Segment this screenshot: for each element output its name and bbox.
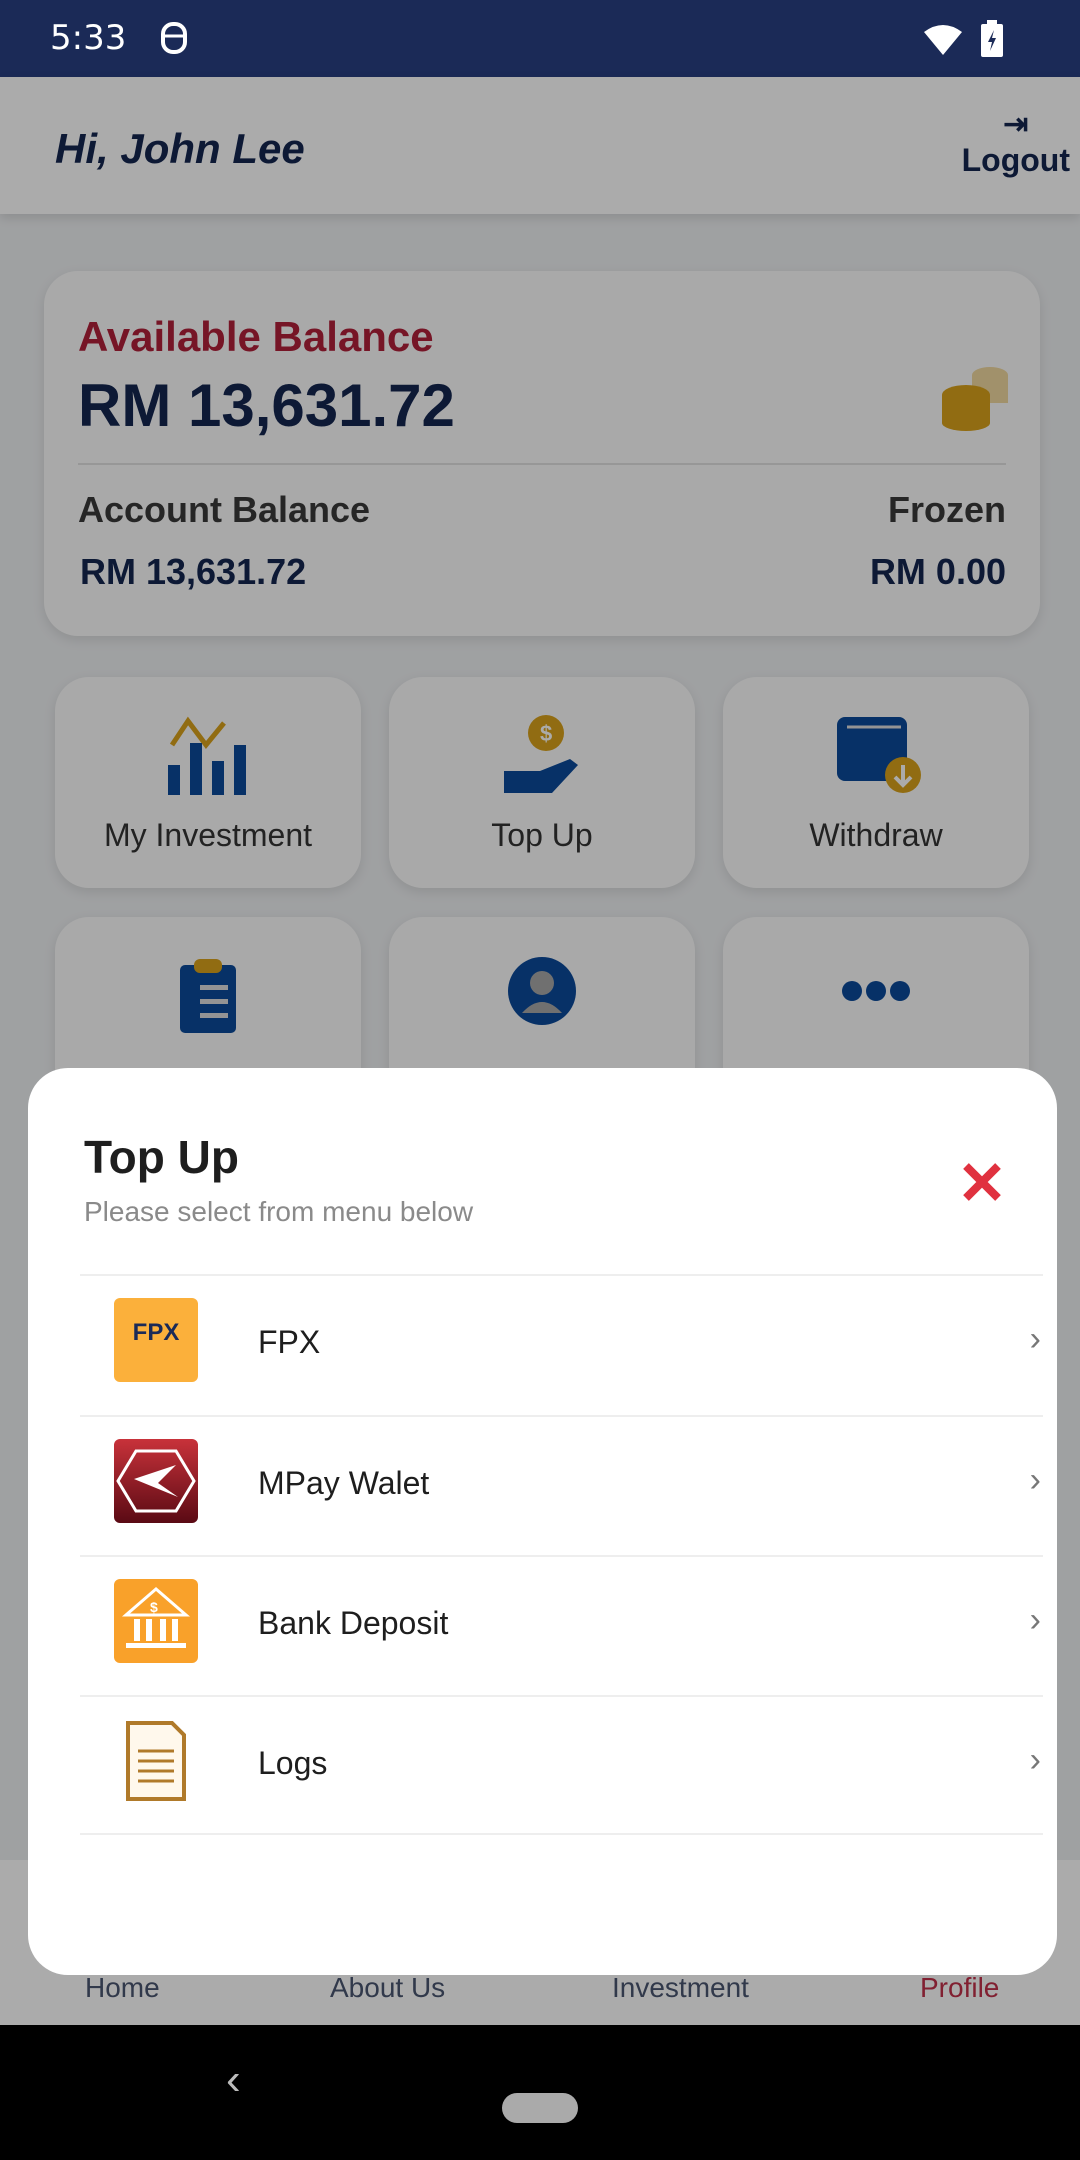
option-bank-deposit[interactable]: $ Bank Deposit › <box>80 1555 1043 1695</box>
wifi-icon <box>924 25 962 55</box>
bank-icon: $ <box>114 1579 198 1663</box>
battery-icon <box>981 20 1003 57</box>
chevron-right-icon: › <box>1029 1601 1041 1639</box>
chevron-right-icon: › <box>1029 1741 1041 1779</box>
status-time: 5:33 <box>50 18 127 58</box>
svg-text:$: $ <box>150 1599 158 1615</box>
option-fpx[interactable]: FPX FPX › <box>80 1274 1043 1414</box>
option-label: Logs <box>258 1745 328 1781</box>
option-mpay-walet[interactable]: MPay Walet › <box>80 1415 1043 1555</box>
chevron-right-icon: › <box>1029 1461 1041 1499</box>
logs-icon <box>114 1719 198 1803</box>
home-pill-button[interactable] <box>502 2093 578 2123</box>
sheet-title: Top Up <box>84 1131 239 1183</box>
fpx-logo: FPX <box>114 1298 198 1382</box>
top-up-sheet: Top Up Please select from menu below FPX… <box>28 1068 1057 1975</box>
option-label: MPay Walet <box>258 1465 430 1501</box>
option-label: FPX <box>258 1324 321 1360</box>
option-label: Bank Deposit <box>258 1605 449 1641</box>
back-button[interactable]: ‹ <box>226 2055 241 2105</box>
sheet-subtitle: Please select from menu below <box>84 1196 474 1227</box>
option-logs[interactable]: Logs › <box>80 1695 1043 1835</box>
mpay-logo <box>114 1439 198 1523</box>
system-nav-bar: ‹ <box>0 2025 1080 2160</box>
chevron-right-icon: › <box>1029 1320 1041 1358</box>
status-bar: 5:33 <box>0 0 1080 77</box>
android-debug-icon <box>161 22 187 54</box>
close-icon[interactable] <box>962 1162 1002 1202</box>
